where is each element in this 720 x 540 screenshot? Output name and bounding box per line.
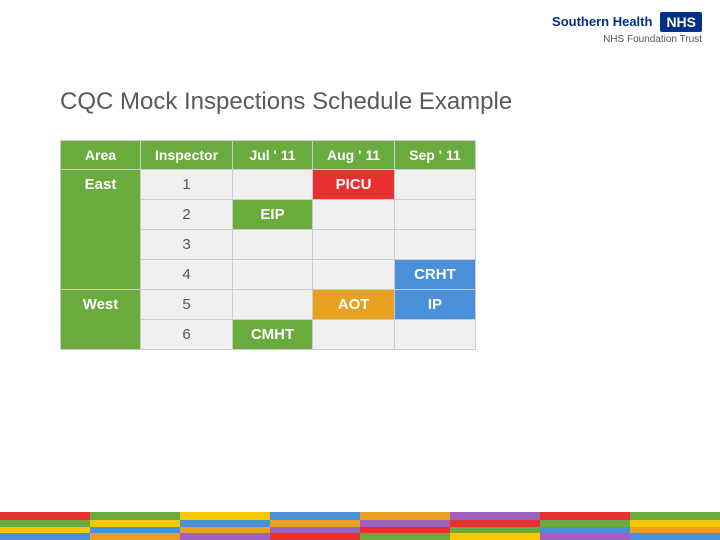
schedule-table: Area Inspector Jul ' 11 Aug ' 11 Sep ' 1… [60,140,476,350]
jul-cell [233,170,313,200]
sep-cell [395,170,476,200]
bar-row-4 [0,533,720,540]
bar-segment [90,520,180,527]
sep-cell: CRHT [395,260,476,290]
inspector-cell: 2 [141,200,233,230]
sep-cell [395,320,476,350]
bar-segment [630,512,720,520]
area-cell: East [61,170,141,290]
schedule-table-container: Area Inspector Jul ' 11 Aug ' 11 Sep ' 1… [60,140,476,350]
inspector-cell: 5 [141,290,233,320]
aug-cell [313,230,395,260]
jul-cell [233,290,313,320]
trust-name: NHS Foundation Trust [603,34,702,45]
bar-segment [450,533,540,540]
aug-cell [313,320,395,350]
aug-cell [313,260,395,290]
page-title: CQC Mock Inspections Schedule Example [60,88,512,116]
bottom-bars [0,512,720,540]
area-cell: West [61,290,141,350]
table-header-row: Area Inspector Jul ' 11 Aug ' 11 Sep ' 1… [61,141,476,170]
inspector-cell: 4 [141,260,233,290]
bar-segment [360,520,450,527]
inspector-cell: 6 [141,320,233,350]
sep-cell [395,230,476,260]
bar-segment [270,512,360,520]
bar-segment [630,533,720,540]
bar-segment [270,533,360,540]
logo-area: Southern Health NHS NHS Foundation Trust [552,12,702,45]
aug-cell: AOT [313,290,395,320]
bar-segment [180,512,270,520]
inspector-cell: 1 [141,170,233,200]
table-row: East1PICU [61,170,476,200]
nhs-badge: NHS [660,12,702,32]
bar-segment [540,533,630,540]
bar-segment [360,533,450,540]
bar-segment [450,520,540,527]
bar-segment [0,533,90,540]
aug-cell [313,200,395,230]
aug-cell: PICU [313,170,395,200]
col-header-inspector: Inspector [141,141,233,170]
bar-segment [90,533,180,540]
bar-segment [540,520,630,527]
bar-row-2 [0,520,720,527]
col-header-area: Area [61,141,141,170]
jul-cell [233,260,313,290]
org-name: Southern Health [552,14,652,30]
jul-cell: EIP [233,200,313,230]
bar-segment [0,520,90,527]
col-header-sep: Sep ' 11 [395,141,476,170]
jul-cell: CMHT [233,320,313,350]
bar-segment [180,520,270,527]
bar-segment [180,533,270,540]
bar-row-1 [0,512,720,520]
jul-cell [233,230,313,260]
bar-segment [90,512,180,520]
bar-segment [630,520,720,527]
bar-segment [450,512,540,520]
sep-cell [395,200,476,230]
bar-segment [540,512,630,520]
col-header-aug: Aug ' 11 [313,141,395,170]
bar-segment [360,512,450,520]
inspector-cell: 3 [141,230,233,260]
sep-cell: IP [395,290,476,320]
table-row: West5AOTIP [61,290,476,320]
bar-segment [0,512,90,520]
col-header-jul: Jul ' 11 [233,141,313,170]
bar-segment [270,520,360,527]
